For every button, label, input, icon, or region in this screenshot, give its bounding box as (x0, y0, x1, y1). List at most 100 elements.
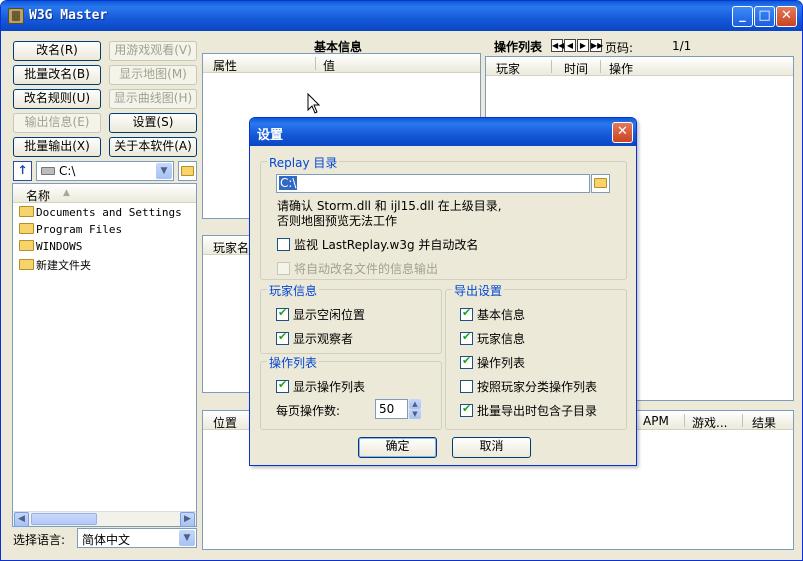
drive-icon (41, 167, 55, 175)
first-page-icon[interactable]: ◀◀ (551, 39, 564, 52)
export-players-checkbox[interactable]: 玩家信息 (460, 330, 525, 346)
batch-rename-button[interactable]: 批量改名(B) (13, 65, 101, 85)
open-folder-icon[interactable] (178, 161, 197, 181)
dialog-title-bar[interactable]: 设置 ✕ (250, 118, 636, 146)
name-column-header[interactable]: 名称 (26, 187, 50, 204)
scrollbar-thumb[interactable] (31, 513, 97, 525)
show-observers-checkbox[interactable]: 显示观察者 (276, 330, 353, 346)
app-icon (8, 8, 24, 24)
checkbox-box[interactable] (460, 402, 473, 417)
close-button[interactable]: ✕ (776, 6, 797, 27)
drive-value: C:\ (59, 164, 76, 178)
player-name-column-header[interactable]: 玩家名 (213, 239, 249, 256)
game-column-header[interactable]: 游戏... (692, 414, 727, 431)
next-page-icon[interactable]: ▶ (577, 39, 589, 52)
export-group-label: 导出设置 (452, 282, 505, 299)
action-list-title: 操作列表 (494, 40, 543, 54)
export-by-player-checkbox[interactable]: 按照玩家分类操作列表 (460, 378, 597, 394)
replay-group-label: Replay 目录 (267, 154, 340, 171)
checkbox-box[interactable] (276, 378, 289, 393)
maximize-button[interactable]: □ (754, 6, 775, 27)
list-item[interactable]: Program Files (19, 223, 122, 239)
player-info-group-label: 玩家信息 (267, 282, 320, 299)
about-button[interactable]: 关于本软件(A) (109, 137, 197, 157)
language-select[interactable]: 简体中文 ▼ (77, 528, 197, 548)
rename-rules-button[interactable]: 改名规则(U) (13, 89, 101, 109)
export-subdirs-checkbox[interactable]: 批量导出时包含子目录 (460, 402, 597, 418)
chevron-down-icon[interactable]: ▼ (179, 530, 195, 546)
checkbox-box[interactable] (460, 330, 473, 345)
prev-page-icon[interactable]: ◀ (564, 39, 576, 52)
list-item[interactable]: WINDOWS (19, 240, 82, 256)
scroll-right-icon[interactable]: ▶ (180, 512, 195, 527)
apm-column-header[interactable]: APM (643, 414, 669, 428)
player-column-header[interactable]: 玩家 (496, 60, 520, 77)
minimize-button[interactable]: _ (732, 6, 753, 27)
show-slots-checkbox[interactable]: 显示空闲位置 (276, 306, 365, 322)
dialog-close-button[interactable]: ✕ (612, 122, 633, 143)
action-list-header: 玩家 时间 操作 (486, 57, 793, 76)
checkbox-box[interactable] (460, 380, 473, 393)
value-column-header[interactable]: 值 (323, 57, 335, 74)
chevron-down-icon[interactable]: ▼ (156, 163, 172, 179)
language-value: 简体中文 (82, 533, 131, 547)
list-item[interactable]: Documents and Settings (19, 206, 182, 222)
attr-column-header[interactable]: 属性 (213, 57, 237, 74)
replay-path-input[interactable]: C:\ (276, 174, 590, 193)
export-actions-checkbox[interactable]: 操作列表 (460, 354, 525, 370)
dialog-title: 设置 (257, 128, 284, 143)
action-column-header[interactable]: 操作 (609, 60, 633, 77)
checkbox-box[interactable] (277, 238, 290, 251)
position-column-header[interactable]: 位置 (213, 414, 237, 431)
page-value: 1/1 (672, 39, 692, 53)
per-page-stepper[interactable]: ▲ ▼ (409, 399, 421, 419)
actions-group: 操作列表 (260, 354, 442, 430)
up-folder-icon[interactable]: ↑ (13, 161, 32, 181)
file-list-header[interactable]: 名称 ▲ (13, 184, 196, 203)
title-bar[interactable]: W3G Master _ □ ✕ (1, 1, 802, 31)
settings-button[interactable]: 设置(S) (109, 113, 197, 133)
drive-select[interactable]: C:\ ▼ (36, 161, 174, 181)
show-map-button[interactable]: 显示地图(M) (109, 65, 197, 85)
rename-button[interactable]: 改名(R) (13, 41, 101, 61)
actions-group-label: 操作列表 (267, 354, 320, 371)
folder-icon (19, 223, 34, 234)
show-actions-checkbox[interactable]: 显示操作列表 (276, 378, 365, 394)
monitor-lastreplay-checkbox[interactable]: 监视 LastReplay.w3g 并自动改名 (277, 236, 478, 252)
watch-game-button[interactable]: 用游戏观看(V) (109, 41, 197, 61)
file-list[interactable]: 名称 ▲ Documents and Settings Program File… (12, 183, 197, 527)
checkbox-box[interactable] (460, 354, 473, 369)
result-column-header[interactable]: 结果 (752, 414, 776, 431)
checkbox-box[interactable] (460, 306, 473, 321)
last-page-icon[interactable]: ▶▶ (590, 39, 603, 52)
basic-info-header: 属性 值 (203, 54, 480, 73)
browse-folder-icon[interactable] (591, 174, 610, 193)
settings-dialog: 设置 ✕ Replay 目录 C:\ 请确认 Storm.dll 和 ijl15… (249, 117, 637, 466)
page-label: 页码: (605, 41, 634, 55)
per-page-input[interactable]: 50 (375, 399, 408, 419)
stepper-down-icon[interactable]: ▼ (409, 409, 421, 419)
cancel-button[interactable]: 取消 (452, 437, 531, 458)
replay-path-value: C:\ (279, 176, 298, 190)
folder-icon (19, 259, 34, 270)
stepper-up-icon[interactable]: ▲ (409, 399, 421, 409)
language-label: 选择语言: (13, 533, 66, 547)
list-item[interactable]: 新建文件夹 (19, 257, 91, 273)
checkbox-box[interactable] (277, 262, 290, 275)
batch-output-button[interactable]: 批量输出(X) (13, 137, 101, 157)
auto-output-checkbox[interactable]: 将自动改名文件的信息输出 (277, 260, 438, 276)
per-page-value: 50 (379, 402, 395, 416)
folder-icon (19, 206, 34, 217)
scroll-left-icon[interactable]: ◀ (14, 512, 29, 527)
per-page-label: 每页操作数: (276, 404, 341, 418)
time-column-header[interactable]: 时间 (564, 60, 588, 77)
dll-note-line2: 否则地图预览无法工作 (277, 214, 398, 228)
show-curve-button[interactable]: 显示曲线图(H) (109, 89, 197, 109)
output-info-button[interactable]: 输出信息(E) (13, 113, 101, 133)
horizontal-scrollbar[interactable]: ◀ ▶ (13, 511, 196, 527)
checkbox-box[interactable] (276, 330, 289, 345)
checkbox-box[interactable] (276, 306, 289, 321)
ok-button[interactable]: 确定 (358, 437, 437, 458)
mouse-cursor-icon (307, 93, 321, 114)
export-basic-checkbox[interactable]: 基本信息 (460, 306, 525, 322)
